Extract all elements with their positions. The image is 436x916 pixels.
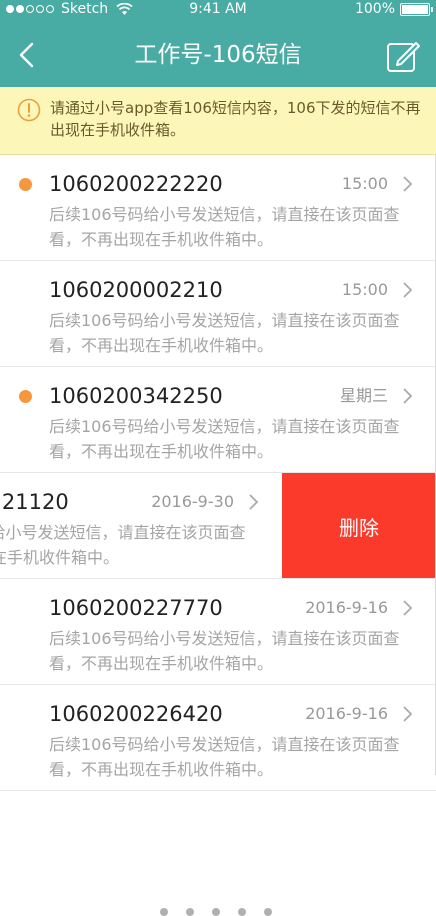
message-time: 2016-9-30	[151, 492, 234, 511]
compose-button[interactable]	[386, 40, 420, 74]
list-item-content[interactable]: 1060200226420 2016-9-16 后续106号码给小号发送短信，请…	[0, 685, 436, 790]
list-item[interactable]: 1060200342250 星期三 后续106号码给小号发送短信，请直接在该页面…	[0, 367, 436, 473]
chevron-right-icon	[249, 494, 259, 510]
list-item[interactable]: 1060200222220 15:00 后续106号码给小号发送短信，请直接在该…	[0, 155, 436, 261]
status-bar: Sketch 9:41 AM 100%	[0, 0, 436, 20]
battery-percent: 100%	[354, 1, 395, 17]
delete-button[interactable]: 删除	[282, 473, 436, 578]
unread-dot	[19, 178, 32, 191]
sender-number: 1060200226420	[49, 702, 223, 726]
list-item-swiped[interactable]: 1060200221120 2016-9-30 后续106号码给小号发送短信，请…	[0, 473, 436, 579]
notice-banner: 请通过小号app查看106短信内容，106下发的短信不再出现在手机收件箱。	[0, 87, 436, 155]
message-preview: 后续106号码给小号发送短信，请直接在该页面查看，不再出现在手机收件箱中。	[49, 311, 400, 355]
list-item[interactable]: 1060200227770 2016-9-16 后续106号码给小号发送短信，请…	[0, 579, 436, 685]
list-item-content[interactable]: 1060200002210 15:00 后续106号码给小号发送短信，请直接在该…	[0, 261, 436, 366]
list-item[interactable]: 1060200226420 2016-9-16 后续106号码给小号发送短信，请…	[0, 685, 436, 791]
battery-icon	[400, 2, 433, 16]
message-time: 2016-9-16	[305, 598, 388, 617]
message-time: 15:00	[341, 174, 388, 193]
list-item-content[interactable]: 1060200222220 15:00 后续106号码给小号发送短信，请直接在该…	[0, 155, 436, 260]
nav-bar: 工作号-106短信	[0, 20, 436, 90]
sender-number: 1060200342250	[49, 384, 223, 408]
unread-dot	[19, 390, 32, 403]
message-preview: 后续106号码给小号发送短信，请直接在该页面查看，不再出现在手机收件箱中。	[49, 205, 400, 249]
message-time: 星期三	[339, 386, 388, 405]
chevron-right-icon	[403, 706, 413, 722]
message-time: 15:00	[341, 280, 388, 299]
sender-number: 1060200227770	[49, 596, 223, 620]
sender-number: 1060200222220	[49, 172, 223, 196]
sender-number: 1060200002210	[49, 278, 223, 302]
list-item[interactable]: 1060200002210 15:00 后续106号码给小号发送短信，请直接在该…	[0, 261, 436, 367]
sender-number: 1060200221120	[0, 490, 69, 514]
message-preview: 后续106号码给小号发送短信，请直接在该页面查看，不再出现在手机收件箱中。	[49, 629, 400, 673]
page-indicator	[160, 908, 272, 916]
message-preview: 后续106号码给小号发送短信，请直接在该页面查看，不再出现在手机收件箱中。	[49, 417, 400, 461]
list-item-content[interactable]: 1060200221120 2016-9-30 后续106号码给小号发送短信，请…	[0, 473, 282, 578]
info-circle-icon	[17, 98, 41, 122]
list-item-content[interactable]: 1060200227770 2016-9-16 后续106号码给小号发送短信，请…	[0, 579, 436, 684]
chevron-right-icon	[403, 388, 413, 404]
message-time: 2016-9-16	[305, 704, 388, 723]
chevron-right-icon	[403, 600, 413, 616]
list-item-content[interactable]: 1060200342250 星期三 后续106号码给小号发送短信，请直接在该页面…	[0, 367, 436, 472]
battery-status: 100%	[354, 1, 433, 17]
message-preview: 后续106号码给小号发送短信，请直接在该页面查看，不再出现在手机收件箱中。	[0, 523, 246, 567]
notice-text: 请通过小号app查看106短信内容，106下发的短信不再出现在手机收件箱。	[50, 99, 421, 139]
page-title: 工作号-106短信	[134, 42, 302, 68]
chevron-right-icon	[403, 282, 413, 298]
chevron-right-icon	[403, 176, 413, 192]
message-preview: 后续106号码给小号发送短信，请直接在该页面查看，不再出现在手机收件箱中。	[49, 735, 400, 779]
